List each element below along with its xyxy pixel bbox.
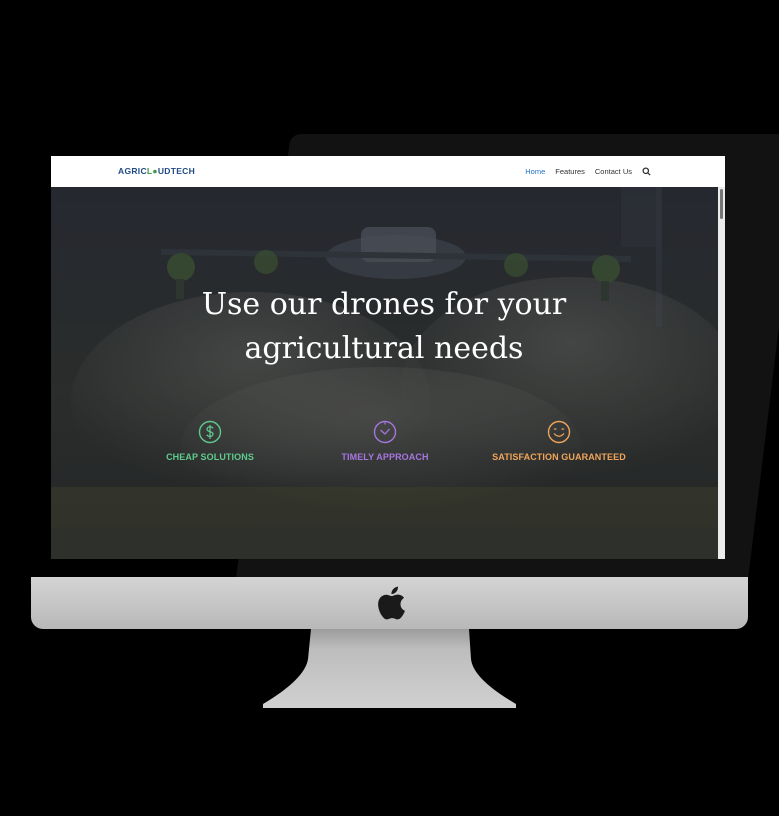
clock-icon (373, 420, 397, 444)
feature-label: SATISFACTION GUARANTEED (492, 452, 626, 462)
feature-label: CHEAP SOLUTIONS (166, 452, 254, 462)
smile-icon (547, 420, 571, 444)
monitor-stand (263, 629, 516, 708)
site-header: AGRICL●UDTECH Home Features Contact Us (51, 156, 725, 187)
dollar-icon (198, 420, 222, 444)
main-nav: Home Features Contact Us (525, 167, 651, 176)
nav-home-link[interactable]: Home (525, 167, 545, 176)
hero-section: Use our drones for your agricultural nee… (51, 187, 725, 559)
nav-features-link[interactable]: Features (555, 167, 585, 176)
feature-label: TIMELY APPROACH (341, 452, 429, 462)
feature-satisfaction-guaranteed: SATISFACTION GUARANTEED (469, 420, 649, 462)
apple-logo-icon (378, 586, 405, 620)
hero-drone-background (51, 187, 725, 559)
search-icon[interactable] (642, 167, 651, 176)
page-scrollbar[interactable] (718, 187, 725, 559)
browser-screen: AGRICL●UDTECH Home Features Contact Us U… (51, 156, 725, 559)
nav-contact-link[interactable]: Contact Us (595, 167, 632, 176)
feature-timely-approach: TIMELY APPROACH (295, 420, 475, 462)
hero-title: Use our drones for your agricultural nee… (201, 287, 567, 366)
scrollbar-thumb[interactable] (720, 189, 723, 219)
site-logo[interactable]: AGRICL●UDTECH (118, 166, 195, 176)
feature-cheap-solutions: CHEAP SOLUTIONS (120, 420, 300, 462)
